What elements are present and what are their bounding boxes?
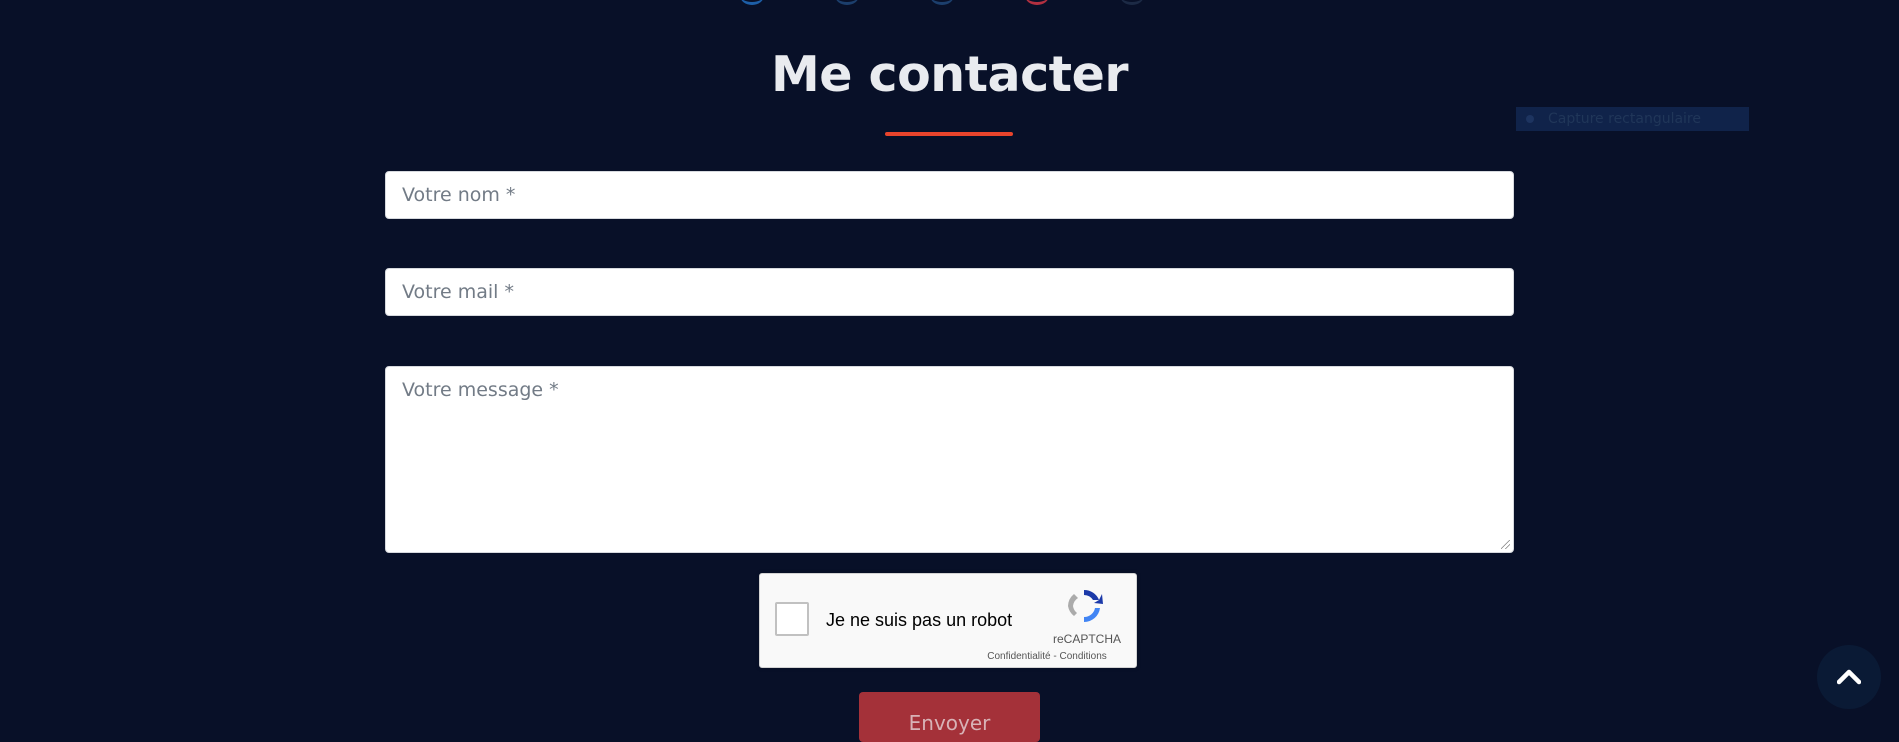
capture-dot-icon: [1526, 115, 1534, 123]
social-icon-2[interactable]: [835, 0, 859, 5]
title-underline: [885, 132, 1013, 136]
social-icon-4[interactable]: [1025, 0, 1049, 5]
name-field-wrapper: [385, 171, 1514, 219]
capture-label: Capture rectangulaire: [1548, 111, 1701, 127]
scroll-to-top-button[interactable]: [1817, 645, 1881, 709]
message-field-wrapper: [385, 366, 1514, 553]
recaptcha-widget: Je ne suis pas un robot reCAPTCHA Confid…: [759, 573, 1137, 668]
recaptcha-checkbox[interactable]: [775, 602, 809, 636]
recaptcha-link-separator: -: [1053, 651, 1057, 662]
capture-overlay[interactable]: Capture rectangulaire: [1516, 107, 1749, 131]
section-title: Me contacter: [770, 46, 1129, 103]
recaptcha-links: Confidentialité - Conditions: [960, 651, 1134, 662]
name-field[interactable]: [386, 172, 1513, 218]
social-icon-5[interactable]: [1120, 0, 1144, 5]
chevron-up-icon: [1837, 669, 1861, 685]
recaptcha-privacy-link[interactable]: Confidentialité: [987, 651, 1050, 662]
recaptcha-brand: reCAPTCHA: [1052, 632, 1121, 646]
send-button[interactable]: Envoyer: [859, 692, 1040, 742]
recaptcha-label: Je ne suis pas un robot: [826, 610, 1013, 630]
social-icon-3[interactable]: [930, 0, 954, 5]
mail-field-wrapper: [385, 268, 1514, 316]
message-field[interactable]: [386, 367, 1513, 552]
resize-handle-icon[interactable]: [1501, 540, 1510, 549]
recaptcha-logo-icon: [1068, 589, 1103, 623]
social-icons-row: [740, 0, 1160, 5]
recaptcha-terms-link[interactable]: Conditions: [1060, 651, 1107, 662]
mail-field[interactable]: [386, 269, 1513, 315]
social-icon-1[interactable]: [740, 0, 764, 5]
